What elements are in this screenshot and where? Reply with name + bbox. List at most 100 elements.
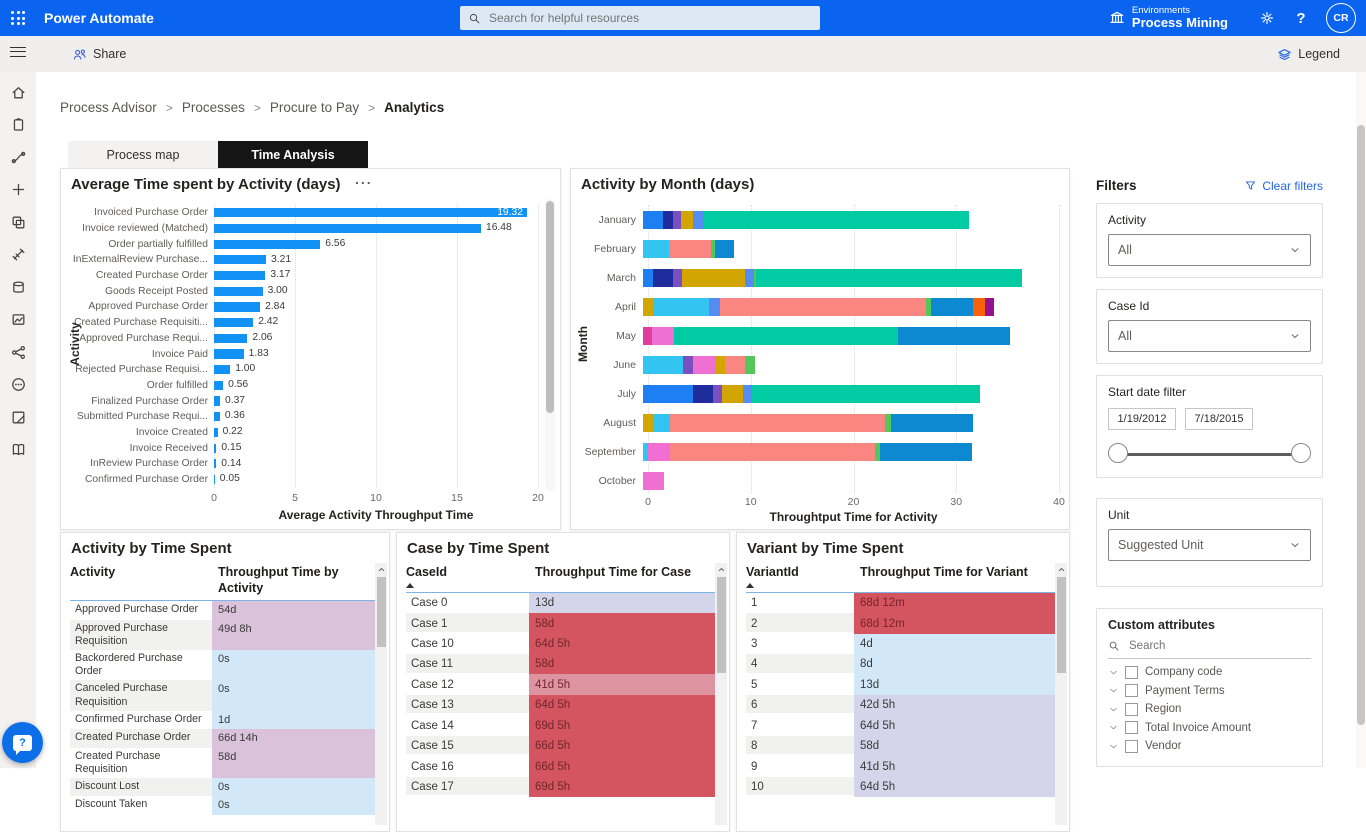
help-button[interactable]: ? — [1284, 0, 1318, 36]
chart2-bar-segment-cyan[interactable] — [643, 240, 669, 258]
column-header[interactable]: Throughput Time for Case — [529, 565, 715, 588]
sidebar-item-solutions[interactable] — [0, 401, 36, 434]
table-row[interactable]: Created Purchase Order66d 14h — [70, 729, 375, 747]
chart2-bar-segment-cornflower[interactable] — [693, 211, 702, 229]
tab-time-analysis[interactable]: Time Analysis — [218, 141, 368, 168]
chart1-bar[interactable] — [214, 318, 253, 327]
custom-attributes-search-input[interactable] — [1127, 639, 1271, 653]
chart2-bar-segment-blue[interactable] — [643, 385, 693, 403]
table-row[interactable]: Case 1469d 5h — [406, 715, 715, 735]
sidebar-item-create[interactable] — [0, 174, 36, 207]
scroll-up-button[interactable] — [1055, 563, 1067, 575]
chart2-bar-segment-cornflower[interactable] — [709, 298, 720, 316]
table-row[interactable]: 1064d 5h — [746, 777, 1055, 797]
chart2-bar-segment-steel[interactable] — [715, 240, 735, 258]
case-id-filter-dropdown[interactable]: All — [1108, 320, 1311, 352]
table-row[interactable]: Case 1666d 5h — [406, 756, 715, 776]
chevron-down-icon[interactable] — [1108, 741, 1119, 752]
legend-button[interactable]: Legend — [1277, 36, 1340, 72]
table-row[interactable]: 48d — [746, 654, 1055, 674]
chart2-bar-segment-pink[interactable] — [693, 356, 715, 374]
attribute-checkbox[interactable] — [1125, 703, 1138, 716]
attribute-checkbox[interactable] — [1125, 666, 1138, 679]
table-scrollbar[interactable] — [715, 563, 727, 825]
unit-filter-dropdown[interactable]: Suggested Unit — [1108, 529, 1311, 561]
chart2-bar-segment-gold[interactable] — [722, 385, 743, 403]
global-search[interactable] — [460, 6, 820, 30]
chart2-bar-segment-purple[interactable] — [673, 269, 682, 287]
end-date-input[interactable]: 7/18/2015 — [1185, 408, 1253, 430]
chevron-down-icon[interactable] — [1108, 667, 1119, 678]
table-row[interactable]: 764d 5h — [746, 715, 1055, 735]
chart1-bar[interactable] — [214, 349, 244, 358]
chart1-scrollbar-thumb[interactable] — [546, 201, 554, 413]
slider-handle-start[interactable] — [1108, 443, 1128, 463]
table-row[interactable]: Discount Taken0s — [70, 796, 375, 814]
chart1-bar[interactable] — [214, 334, 247, 343]
table-scrollbar-thumb[interactable] — [377, 577, 386, 647]
chart2-bar-segment-teal[interactable] — [756, 269, 1022, 287]
breadcrumb-link[interactable]: Procure to Pay — [270, 100, 359, 115]
chart2-bar-segment-cyan[interactable] — [653, 298, 708, 316]
chart2-bar-segment-gold[interactable] — [715, 356, 725, 374]
attribute-checkbox[interactable] — [1125, 740, 1138, 753]
clear-filters-button[interactable]: Clear filters — [1239, 179, 1323, 193]
share-button[interactable]: Share — [72, 36, 126, 72]
avatar[interactable]: CR — [1326, 3, 1356, 33]
start-date-input[interactable]: 1/19/2012 — [1108, 408, 1176, 430]
table-row[interactable]: Case 1769d 5h — [406, 777, 715, 797]
sidebar-item-action-items[interactable] — [0, 109, 36, 142]
chart1-bar[interactable] — [214, 444, 216, 453]
column-header[interactable]: Activity — [70, 565, 212, 596]
activity-filter-dropdown[interactable]: All — [1108, 234, 1311, 266]
chart2-bar-segment-cyan[interactable] — [643, 356, 683, 374]
chart2-bar-segment-steel[interactable] — [880, 443, 971, 461]
chart2-bar-segment-green[interactable] — [745, 356, 755, 374]
chart2-bar-segment-salmon[interactable] — [670, 414, 886, 432]
table-row[interactable]: Case 1566d 5h — [406, 736, 715, 756]
chart1-bar[interactable] — [214, 302, 260, 311]
column-header[interactable]: Throughput Time by Activity — [212, 565, 375, 596]
column-header[interactable]: CaseId — [406, 565, 529, 588]
table-row[interactable]: Case 158d — [406, 613, 715, 633]
table-scrollbar-thumb[interactable] — [1057, 577, 1066, 673]
chart2-bar-segment-gold[interactable] — [643, 298, 653, 316]
chart2-bar-segment-cornflower[interactable] — [745, 269, 754, 287]
chevron-down-icon[interactable] — [1108, 704, 1119, 715]
chart1-scrollbar[interactable] — [545, 199, 555, 491]
table-scrollbar-thumb[interactable] — [717, 577, 726, 673]
table-row[interactable]: Case 1064d 5h — [406, 634, 715, 654]
chart2-bar-segment-steel[interactable] — [891, 414, 973, 432]
chart2-bar-segment-steel[interactable] — [931, 298, 973, 316]
chart1-bar[interactable] — [214, 412, 220, 421]
chart2-bar-segment-pink[interactable] — [648, 443, 670, 461]
chart2-bar-segment-cornflower[interactable] — [743, 385, 752, 403]
chart2-bar-segment-salmon[interactable] — [670, 443, 876, 461]
more-options-icon[interactable]: ... — [355, 171, 373, 187]
chevron-down-icon[interactable] — [1108, 722, 1119, 733]
chart1-bar[interactable] — [214, 365, 230, 374]
chart2-bar-segment-blue[interactable] — [643, 269, 653, 287]
attribute-checkbox[interactable] — [1125, 721, 1138, 734]
chart2-bar-segment-purple[interactable] — [673, 211, 681, 229]
chart1-bar[interactable] — [214, 428, 218, 437]
chart2-bar-segment-navy[interactable] — [653, 269, 673, 287]
chart2-bar-segment-navy[interactable] — [663, 211, 673, 229]
date-range-slider[interactable] — [1108, 442, 1311, 466]
table-row[interactable]: 513d — [746, 674, 1055, 694]
slider-handle-end[interactable] — [1291, 443, 1311, 463]
chart2-bar-segment-blue[interactable] — [643, 211, 663, 229]
table-row[interactable]: 858d — [746, 736, 1055, 756]
search-input[interactable] — [487, 10, 812, 26]
chart2-bar-segment-steel[interactable] — [898, 327, 1010, 345]
chart2-bar-segment-teal[interactable] — [674, 327, 898, 345]
scroll-up-button[interactable] — [715, 563, 727, 575]
chart1-bar[interactable] — [214, 381, 223, 390]
chart1-bar[interactable] — [214, 287, 263, 296]
table-row[interactable]: Case 1241d 5h — [406, 674, 715, 694]
chart2-bar-segment-pink[interactable] — [652, 327, 674, 345]
sidebar-item-data[interactable] — [0, 271, 36, 304]
settings-button[interactable] — [1250, 0, 1284, 36]
chart2-bar-segment-cyan[interactable] — [653, 414, 669, 432]
chart2-bar-segment-gold[interactable] — [643, 414, 653, 432]
